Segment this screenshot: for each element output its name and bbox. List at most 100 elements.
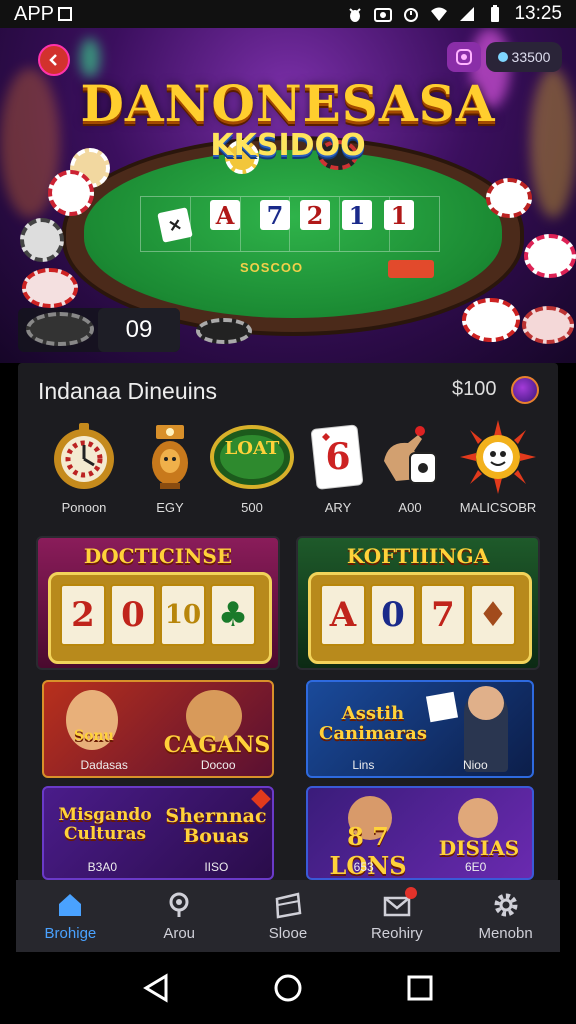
nav-item-slooe[interactable]: Slooe [234,880,343,952]
home-icon [59,893,82,916]
slot-reel: 0 [110,584,156,646]
chip [462,298,520,342]
chip [22,268,78,308]
hero-banner: ✕ A 7 2 1 1 SOSCOO 33500 DANONESASA KKSI… [0,28,576,363]
game-subtitles: B3A0 IISO [44,860,272,874]
game-title: Misgando Culturas [58,805,152,844]
table-label: SOSCOO [240,260,304,275]
category-a00[interactable]: A00 [364,418,456,515]
slot-reel: 2 [60,584,106,646]
chip [522,306,574,344]
section-title: Indanaa Dineuins [38,378,218,404]
card: 1 [342,200,372,230]
card: 1 [384,200,414,230]
category-malicsobr[interactable]: MALICSOBR [452,418,544,515]
hero-title: DANONESASA [80,74,496,133]
nav-label: Brohige [44,924,97,942]
game-subtitles: Dadasas Docoo [44,758,272,772]
game-sub: Nioo [462,758,488,772]
section-balance: $100 [452,378,497,400]
square-recents-icon [407,975,433,1001]
nav-item-reohiry[interactable]: Reohiry [342,880,451,952]
game-tile[interactable]: KOFTIIINGA A 0 7 ♦ [296,536,540,670]
alarm-icon [404,8,419,22]
bottom-nav: Brohige Arou Slooe Reohiry Menobn [16,880,560,952]
category-egy[interactable]: EGY [124,418,216,515]
game-title: KOFTIIINGA [346,544,490,568]
game-subtitles: Lins Nioo [308,758,532,772]
game-title: Asstih Canimaras [319,703,427,744]
nav-item-arou[interactable]: Arou [125,880,234,952]
nav-label: Arou [163,924,196,942]
gem-button[interactable] [447,42,481,72]
roulette-clock-icon [54,423,114,489]
status-icons: 13:25 [346,3,562,25]
folder-icon [275,891,302,918]
game-sub: B3A0 [87,860,118,874]
notification-badge [404,886,417,899]
character-head [468,686,504,720]
chip [524,234,576,278]
status-app: APP [14,3,73,26]
stage-light [80,38,100,78]
coin-balance-pill[interactable]: 33500 [486,42,562,72]
balance-orb-icon[interactable] [511,376,539,404]
category-label: EGY [156,500,184,515]
game-sub: 6E0 [464,860,487,874]
category-label: A00 [398,500,422,515]
slot-reel: A [320,584,366,646]
system-recents-button[interactable] [400,968,440,1008]
game-tile[interactable]: Asstih Canimaras Lins Nioo [306,680,534,778]
trophy-bell-icon [152,425,188,489]
game-left-label: Sonu [74,728,114,744]
category-label: MALICSOBR [459,500,537,515]
category-label: Ponoon [61,500,107,515]
bug-icon [349,8,362,22]
system-back-button[interactable] [136,968,176,1008]
slot-reel: ♣ [210,584,256,646]
chip [20,218,64,262]
game-sub: IISO [204,860,229,874]
card: 7 [260,200,290,230]
coin-icon [497,52,508,62]
slot-reel: ♦ [470,584,516,646]
chevron-left-icon [49,54,57,66]
hero-subtitle: KKSIDOO [210,128,366,163]
wifi-icon [431,7,448,21]
game-title-2: Shernnac Bouas [165,805,267,847]
nav-item-home[interactable]: Brohige [16,880,125,952]
nav-label: Menobn [478,924,533,942]
card: 2 [300,200,330,230]
game-sub: 653 [353,860,374,874]
game-title-2: DISIAS [438,836,520,860]
category-ponoon[interactable]: Ponoon [38,418,130,515]
game-tile[interactable]: Misgando Culturas Shernnac Bouas B3A0 II… [42,786,274,880]
game-tile[interactable]: Sonu CAGANS Dadasas Docoo [42,680,274,778]
system-home-button[interactable] [268,968,308,1008]
nav-item-menobn[interactable]: Menobn [451,880,560,952]
dice-hand-icon [384,426,437,484]
app-badge-icon [58,7,73,21]
coin-balance: 33500 [511,49,551,65]
triangle-back-icon [143,973,168,1003]
back-button[interactable] [38,44,70,76]
gem-icon [456,49,472,65]
game-tile[interactable]: DOCTICINSE 2 0 10 ♣ [36,536,280,670]
card: ✕ [157,207,193,243]
chip-stack-icon [26,312,94,346]
game-sub: Dadasas [80,758,128,772]
signal-icon [460,7,475,21]
category-500[interactable]: LOAT 500 [206,418,298,515]
status-bar: APP 13:25 [0,0,576,28]
camera-icon [374,8,393,22]
game-sub: Lins [352,758,375,772]
slot-reel: 7 [420,584,466,646]
sunburst-face-icon [460,420,536,494]
gear-icon [494,893,518,916]
location-pin-icon [169,892,189,917]
game-tile[interactable]: 8 7 LONS DISIAS 653 6E0 [306,786,534,880]
game-title: CAGANS [163,732,271,758]
circle-home-icon [274,974,302,1002]
game-title: DOCTICINSE [83,544,233,568]
chip [196,318,252,344]
